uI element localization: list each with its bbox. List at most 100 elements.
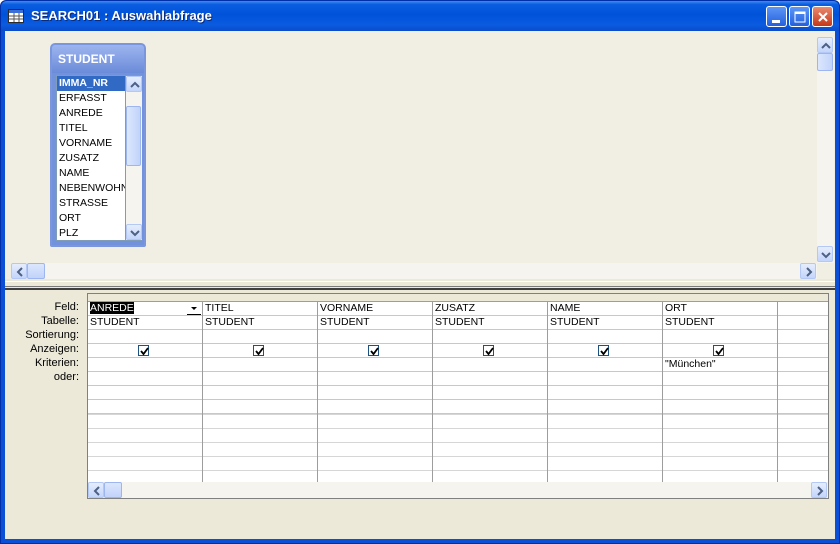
table-pane-hscrollbar[interactable] [11,263,817,279]
scroll-up-button[interactable] [817,37,833,53]
empty-cell[interactable] [203,386,317,400]
field-item[interactable]: ZUSATZ [57,151,125,166]
table-cell[interactable]: STUDENT [433,316,547,330]
or-cell[interactable] [318,372,432,386]
show-cell[interactable] [548,344,662,358]
show-checkbox[interactable] [138,345,149,356]
or-cell[interactable] [548,372,662,386]
or-cell[interactable] [203,372,317,386]
query-icon[interactable] [8,9,24,23]
or-cell[interactable] [778,372,828,386]
sort-cell[interactable] [433,330,547,344]
scroll-down-button[interactable] [126,224,142,240]
criteria-cell[interactable] [778,358,828,372]
show-checkbox[interactable] [368,345,379,356]
grid-column[interactable]: ZUSATZ STUDENT [433,302,548,482]
show-checkbox[interactable] [713,345,724,356]
minimize-button[interactable] [766,6,787,27]
empty-cell[interactable] [663,386,777,400]
empty-cell[interactable] [548,400,662,414]
criteria-cell[interactable] [318,358,432,372]
field-cell[interactable]: ZUSATZ [433,302,547,316]
scroll-down-button[interactable] [817,246,833,262]
grid-column[interactable]: ANREDE STUDENT [88,302,203,482]
grid-column[interactable]: ORT STUDENT "München" [663,302,778,482]
maximize-button[interactable] [789,6,810,27]
table-cell[interactable] [778,316,828,330]
show-cell[interactable] [778,344,828,358]
grid-column[interactable]: NAME STUDENT [548,302,663,482]
scroll-thumb[interactable] [27,263,45,279]
field-list[interactable]: IMMA_NR ERFASST ANREDE TITEL VORNAME ZUS… [56,75,126,241]
show-checkbox[interactable] [598,345,609,356]
or-cell[interactable] [663,372,777,386]
field-cell[interactable]: VORNAME [318,302,432,316]
field-item[interactable]: NEBENWOHN [57,181,125,196]
grid-column[interactable]: TITEL STUDENT [203,302,318,482]
table-box-title[interactable]: STUDENT [52,45,144,73]
sort-cell[interactable] [318,330,432,344]
table-cell[interactable]: STUDENT [203,316,317,330]
sort-cell[interactable] [88,330,202,344]
grid-hscrollbar[interactable] [88,482,828,498]
empty-cell[interactable] [203,400,317,414]
show-cell[interactable] [88,344,202,358]
show-cell[interactable] [203,344,317,358]
show-checkbox[interactable] [483,345,494,356]
field-item[interactable]: ERFASST [57,91,125,106]
table-box-student[interactable]: STUDENT IMMA_NR ERFASST ANREDE TITEL VOR… [50,43,146,247]
field-cell[interactable]: TITEL [203,302,317,316]
criteria-cell[interactable] [88,358,202,372]
field-item[interactable]: IMMA_NR [57,76,125,91]
show-cell[interactable] [663,344,777,358]
empty-cell[interactable] [433,386,547,400]
field-item[interactable]: ORT [57,211,125,226]
empty-cell[interactable] [663,400,777,414]
field-cell[interactable]: NAME [548,302,662,316]
scroll-thumb[interactable] [817,53,833,71]
scroll-right-button[interactable] [800,263,816,279]
scroll-left-button[interactable] [88,482,104,498]
scroll-up-button[interactable] [126,76,142,92]
field-dropdown-button[interactable] [187,302,201,315]
sort-cell[interactable] [203,330,317,344]
or-cell[interactable] [433,372,547,386]
field-cell[interactable] [778,302,828,316]
criteria-cell[interactable] [203,358,317,372]
grid-column-empty[interactable] [778,302,828,482]
criteria-cell[interactable] [548,358,662,372]
scroll-thumb[interactable] [104,482,122,498]
close-button[interactable] [812,6,833,27]
sort-cell[interactable] [778,330,828,344]
show-cell[interactable] [433,344,547,358]
table-pane-vscrollbar[interactable] [817,37,834,263]
scroll-left-button[interactable] [11,263,27,279]
pane-splitter[interactable] [5,281,835,287]
field-item[interactable]: NAME [57,166,125,181]
grid-column[interactable]: VORNAME STUDENT [318,302,433,482]
design-grid[interactable]: ANREDE STUDENT TITEL STUDENT VORNAME STU… [87,293,829,499]
show-checkbox[interactable] [253,345,264,356]
empty-cell[interactable] [318,386,432,400]
empty-cell[interactable] [88,386,202,400]
empty-cell[interactable] [778,400,828,414]
title-bar[interactable]: SEARCH01 : Auswahlabfrage [1,1,839,31]
criteria-cell[interactable]: "München" [663,358,777,372]
empty-cell[interactable] [318,400,432,414]
table-pane[interactable]: STUDENT IMMA_NR ERFASST ANREDE TITEL VOR… [5,31,835,279]
field-list-scrollbar[interactable] [126,75,142,241]
empty-cell[interactable] [88,400,202,414]
field-item[interactable]: TITEL [57,121,125,136]
field-item[interactable]: ANREDE [57,106,125,121]
show-cell[interactable] [318,344,432,358]
field-item[interactable]: PLZ [57,226,125,240]
empty-cell[interactable] [433,400,547,414]
table-cell[interactable]: STUDENT [318,316,432,330]
column-selector-bar[interactable] [88,294,828,302]
field-item[interactable]: VORNAME [57,136,125,151]
empty-cell[interactable] [548,386,662,400]
empty-cell[interactable] [778,386,828,400]
field-item[interactable]: STRASSE [57,196,125,211]
sort-cell[interactable] [663,330,777,344]
field-cell[interactable]: ORT [663,302,777,316]
